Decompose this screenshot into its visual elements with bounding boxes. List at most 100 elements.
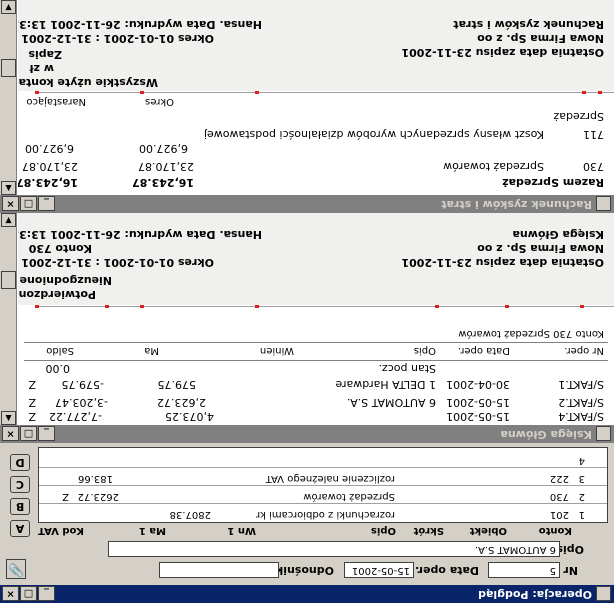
col-okres: Okres xyxy=(145,96,174,107)
hdr-data-oper: Data oper. xyxy=(457,345,510,356)
pnl-titlebar[interactable]: Rachunek zysków i strat _ □ × xyxy=(0,195,614,213)
company-name: Nowa Firma Sp. z oo xyxy=(477,242,604,255)
nr-field[interactable]: 5 xyxy=(488,562,560,578)
page-marker xyxy=(35,305,39,308)
table-row[interactable]: 2 730 Sprzedaż towarów 2623.72 Z xyxy=(39,485,607,504)
tab-b[interactable]: B xyxy=(10,498,30,515)
scroll-thumb[interactable] xyxy=(1,59,16,77)
account-code: 711 xyxy=(583,128,604,141)
rows-grid[interactable]: 1 201 rozrachunki z odbiorcami kr 2807.3… xyxy=(38,447,608,523)
col-konto: Konto xyxy=(538,525,572,536)
window-icon xyxy=(596,196,611,211)
entry-type: Zapis xyxy=(28,48,62,61)
account-code: 730 xyxy=(583,160,604,173)
saldo-flag: Z xyxy=(28,378,36,391)
window-icon xyxy=(596,586,611,601)
col-wn: Wn 1 xyxy=(227,525,256,536)
account-name: Sprzedaż towarów xyxy=(443,160,544,173)
tab-a[interactable]: A xyxy=(10,520,30,537)
nr-oper: S/FAKT.4 xyxy=(558,410,604,423)
maximize-button[interactable]: □ xyxy=(20,426,37,441)
all-accounts: Wszystkie użyte konta xyxy=(18,76,158,89)
table-row[interactable]: 3 222 rozliczenie należnego VAT 183.66 xyxy=(39,467,607,486)
nar-value: 6,927.00 xyxy=(25,142,74,155)
nr-oper: S/FAKT.2 xyxy=(558,396,604,409)
section-label: Sprzedaż xyxy=(553,110,604,123)
period: Okres 01-01-2001 : 31-12-2001 xyxy=(21,256,214,269)
ledger-titlebar[interactable]: Księga Główna _ □ × xyxy=(0,425,614,443)
scroll-thumb[interactable] xyxy=(1,271,16,289)
saldo-value: -3,203.47 xyxy=(55,396,108,409)
close-button[interactable]: × xyxy=(2,426,19,441)
account-name: Koszt własny sprzedanych wyrobów działal… xyxy=(203,128,544,141)
opis: 6 AUTOMAT S.A. xyxy=(346,396,436,409)
page-marker xyxy=(435,305,439,308)
cell-konto: 222 xyxy=(549,473,569,484)
cell-konto: 201 xyxy=(549,509,569,520)
winien-value: 579.75 xyxy=(157,378,197,391)
hdr-ma: Ma xyxy=(144,345,159,356)
data-oper: 15-05-2001 xyxy=(446,410,510,423)
saldo-value: -579.75 xyxy=(61,378,104,391)
opis-field[interactable]: 6 AUTOMAT S.A. xyxy=(108,541,560,557)
report-name: Rachunek zysków i strat xyxy=(453,18,604,31)
opis-value: 6 AUTOMAT S.A. xyxy=(474,544,556,555)
page-marker xyxy=(140,91,144,94)
tab-c[interactable]: C xyxy=(10,476,30,493)
pnl-scrollbar[interactable]: ▲ ▼ xyxy=(0,0,17,195)
table-row[interactable]: 1 201 rozrachunki z odbiorcami kr 2807.3… xyxy=(39,503,607,522)
page-break-line xyxy=(36,92,614,93)
close-button[interactable]: × xyxy=(2,196,19,211)
potwierdzone: Potwierdzone xyxy=(18,288,96,301)
data-oper: 15-05-2001 xyxy=(446,396,510,409)
col-skrot: Skrót xyxy=(413,525,444,536)
nr-label: Nr xyxy=(563,564,578,577)
maximize-button[interactable]: □ xyxy=(20,586,37,601)
tab-d[interactable]: D xyxy=(10,454,30,471)
page-marker xyxy=(582,91,586,94)
nr-value: 5 xyxy=(549,565,556,576)
table-row[interactable]: 4 xyxy=(39,450,607,468)
cell-opis: rozrachunki z odbiorcami kr xyxy=(255,509,395,520)
ledger-title: Księga Główna xyxy=(500,428,592,441)
saldo-flag: Z xyxy=(28,396,36,409)
minimize-button[interactable]: _ xyxy=(38,426,55,441)
okres-value: 23,170.87 xyxy=(138,160,194,173)
last-entry-date: Ostatnia data zapisu 23-11-2001 xyxy=(401,46,604,59)
print-date: Hansa. Data wydruku: 26-11-2001 13:35 xyxy=(18,228,262,241)
odnosnik-field[interactable] xyxy=(159,562,279,578)
minimize-button[interactable]: _ xyxy=(38,586,55,601)
page-break-line xyxy=(36,306,614,307)
maximize-button[interactable]: □ xyxy=(20,196,37,211)
ledger-window: Księga Główna _ □ × Z -7,277.22 4,073.25… xyxy=(0,213,614,443)
operation-window: Operacja: Podgląd _ □ × Nr 5 Data oper. … xyxy=(0,443,614,603)
tab-d-label: D xyxy=(15,456,25,469)
opis-label: Opis xyxy=(556,543,584,556)
minimize-button[interactable]: _ xyxy=(38,196,55,211)
account-heading: Konto 730 Sprzedaż towarów xyxy=(458,328,604,339)
report-name: Księga Główna xyxy=(512,228,604,241)
account-number: Konto 730 xyxy=(28,242,92,255)
scroll-down-button[interactable]: ▼ xyxy=(1,0,16,14)
col-vat: Kod VAT xyxy=(38,525,84,536)
scroll-up-button[interactable]: ▲ xyxy=(1,411,16,425)
operation-titlebar[interactable]: Operacja: Podgląd _ □ × xyxy=(0,585,614,603)
data-oper-field[interactable]: 15-05-2001 xyxy=(344,562,414,578)
total-okres: 16,243.87 xyxy=(132,176,194,189)
cell-wn: 2807.38 xyxy=(169,509,211,520)
close-button[interactable]: × xyxy=(2,586,19,601)
scroll-up-button[interactable]: ▲ xyxy=(1,181,16,195)
scroll-down-button[interactable]: ▼ xyxy=(1,213,16,227)
cell-opis: rozliczenie należnego VAT xyxy=(265,473,395,484)
pnl-title: Rachunek zysków i strat xyxy=(441,198,592,211)
attachment-button[interactable]: 📎 xyxy=(6,559,26,579)
ledger-scrollbar[interactable]: ▲ ▼ xyxy=(0,213,17,425)
total-nar: 16,243.87 xyxy=(18,176,78,189)
col-obiekt: Obiekt xyxy=(469,525,507,536)
tab-b-label: B xyxy=(15,500,25,513)
col-ma: Ma 1 xyxy=(138,525,166,536)
hdr-opis: Opis xyxy=(413,345,436,356)
stan-saldo: 0.00 xyxy=(45,362,71,375)
data-oper-value: 15-05-2001 xyxy=(351,565,410,576)
cell-ma: 2623.72 xyxy=(77,491,119,502)
